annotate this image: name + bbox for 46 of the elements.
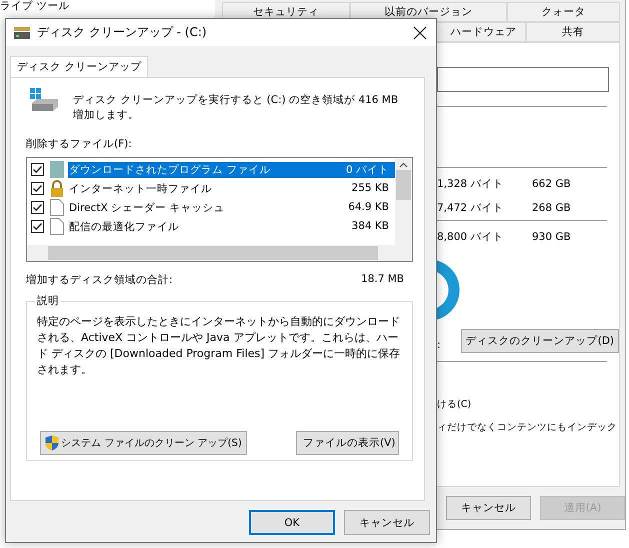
dialog-button[interactable]: キャンセル bbox=[344, 510, 430, 535]
option-label: ィだけでなくコンテンツにもインデック bbox=[437, 421, 617, 434]
total-value: 18.7 MB bbox=[361, 273, 404, 287]
dialog-button[interactable]: OK bbox=[249, 510, 335, 535]
drive-icon bbox=[29, 87, 59, 113]
view-files-button[interactable]: ファイルの表示(V) bbox=[296, 431, 399, 455]
scrollbar[interactable] bbox=[27, 245, 412, 261]
description-text: 特定のページを表示したときにインターネットから自動的にダウンロードされる、ActiveX コントロールや Java アプレットです。これらは、ハード ディスクの [Downloaded Program Files] フォルダーに一時的に保存されます。 bbox=[37, 314, 402, 378]
file-row[interactable]: 配信の最適化ファイル 384 KB bbox=[68, 218, 395, 234]
drive-label: : bbox=[437, 339, 441, 351]
donut-drawing bbox=[437, 259, 462, 321]
files-label: 削除するファイル(F): bbox=[26, 137, 133, 151]
file-row[interactable]: ダウンロードされたプログラム ファイル 0 バイト bbox=[68, 162, 395, 178]
checkbox[interactable] bbox=[31, 182, 44, 195]
byte-count: 1,328 バイト bbox=[437, 177, 504, 191]
checkbox[interactable] bbox=[31, 220, 44, 233]
ribbon-tab[interactable]: ライブ ツール bbox=[0, 0, 70, 13]
lock-icon bbox=[50, 180, 64, 197]
scrollbar[interactable] bbox=[395, 158, 412, 245]
checkbox[interactable] bbox=[31, 201, 44, 214]
size-value: 930 GB bbox=[532, 231, 571, 243]
summary-text: ディスク クリーンアップを実行すると (C:) の空き領域が 416 MB 増加します。 bbox=[73, 93, 400, 123]
name-field[interactable] bbox=[437, 67, 609, 92]
close-icon[interactable] bbox=[413, 26, 427, 40]
total-label: 増加するディスク領域の合計: bbox=[26, 273, 173, 287]
system-cleanup-button[interactable]: システム ファイルのクリーン アップ(S) bbox=[40, 431, 247, 455]
tab[interactable]: ディスク クリーンアップ bbox=[10, 56, 148, 77]
document-icon bbox=[50, 218, 64, 235]
tab[interactable]: 共有 bbox=[526, 22, 620, 42]
option-label: ける(C) bbox=[437, 398, 472, 411]
file-row[interactable]: インターネット一時ファイル 255 KB bbox=[68, 180, 395, 196]
scroll-up-icon[interactable] bbox=[399, 162, 408, 168]
tab[interactable]: クォータ bbox=[507, 2, 620, 22]
size-value: 268 GB bbox=[532, 202, 571, 214]
document-icon bbox=[50, 199, 64, 216]
window-title: ディスク クリーンアップ - (C:) bbox=[37, 24, 207, 41]
file-row[interactable]: DirectX シェーダー キャッシュ 64.9 KB bbox=[68, 200, 395, 216]
size-value: 662 GB bbox=[532, 178, 571, 190]
disk-cleanup-button[interactable]: ディスクのクリーンアップ(D) bbox=[460, 329, 619, 353]
byte-count: 7,472 バイト bbox=[437, 201, 504, 215]
group-title: 説明 bbox=[35, 294, 61, 308]
drive-icon bbox=[13, 26, 31, 40]
shield-icon bbox=[45, 435, 60, 451]
dialog-button[interactable]: キャンセル bbox=[446, 496, 531, 520]
checkbox[interactable] bbox=[31, 163, 44, 176]
byte-count: 8,800 バイト bbox=[437, 230, 504, 244]
